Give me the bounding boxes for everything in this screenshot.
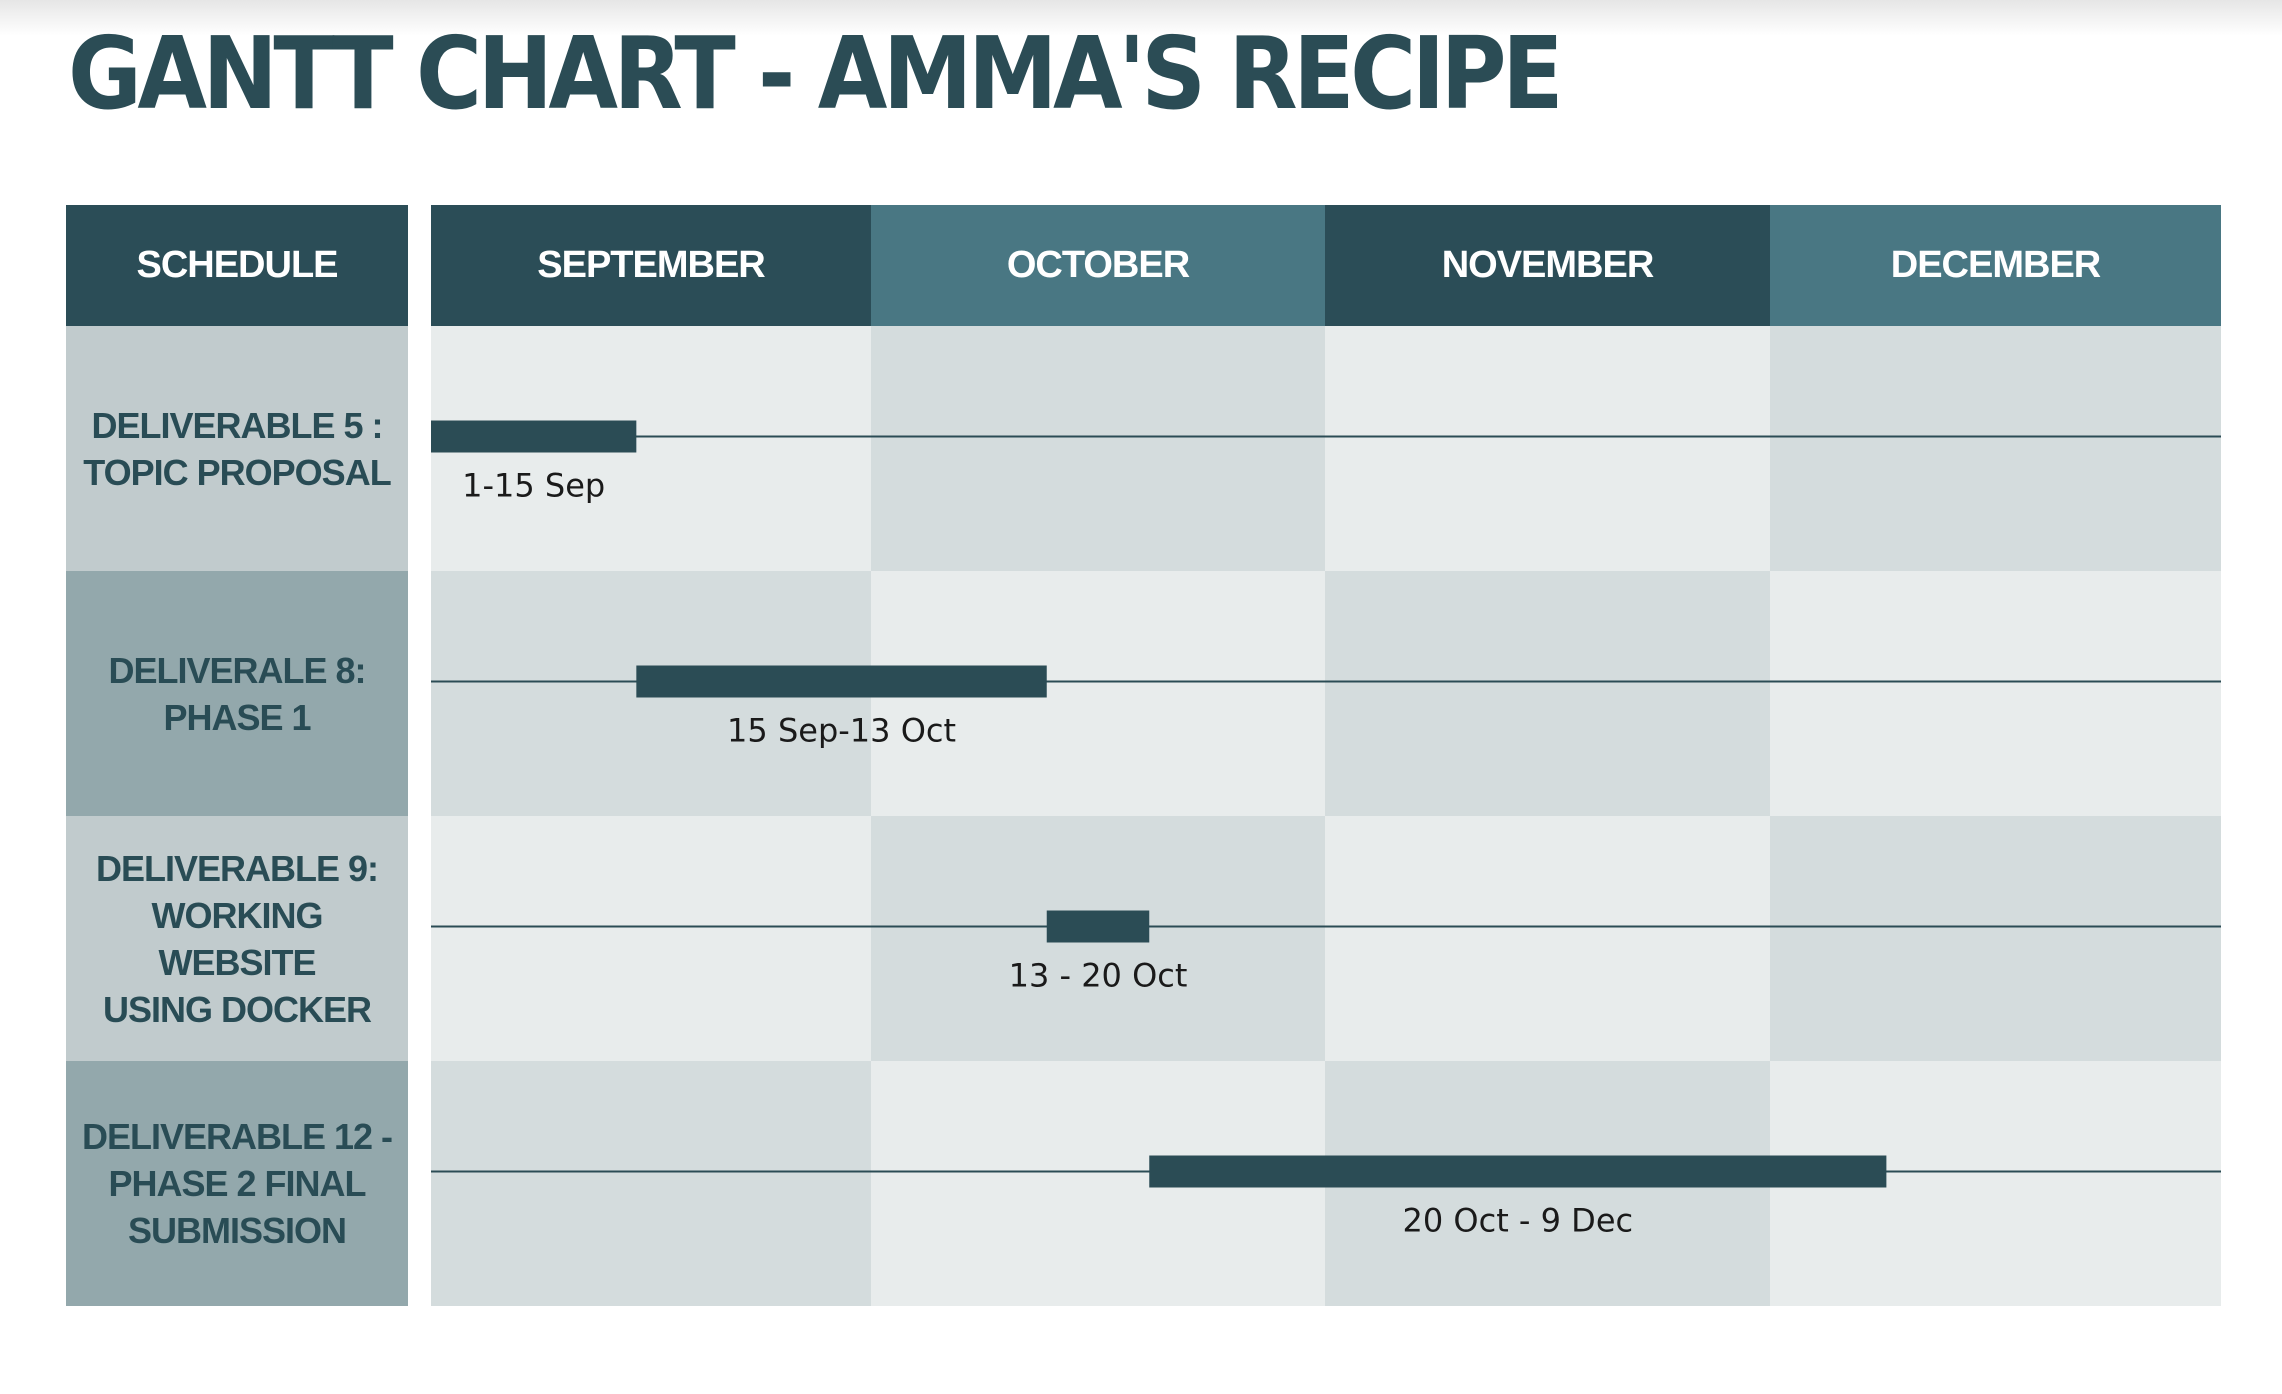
task-range-label: 15 Sep-13 Oct (727, 712, 956, 750)
task-bar (431, 420, 637, 453)
task-range-label: 1-15 Sep (462, 467, 605, 505)
task-bar (636, 665, 1047, 698)
task-bar (1046, 910, 1150, 943)
gantt-plot: 1-15 Sep 15 Sep-13 Oct 13 - 20 Oct 20 Oct -… (431, 420, 2221, 1240)
task-range-label: 13 - 20 Oct (1009, 957, 1188, 995)
task-bar (1149, 1155, 1887, 1188)
task-range-label: 20 Oct - 9 Dec (1403, 1202, 1634, 1240)
